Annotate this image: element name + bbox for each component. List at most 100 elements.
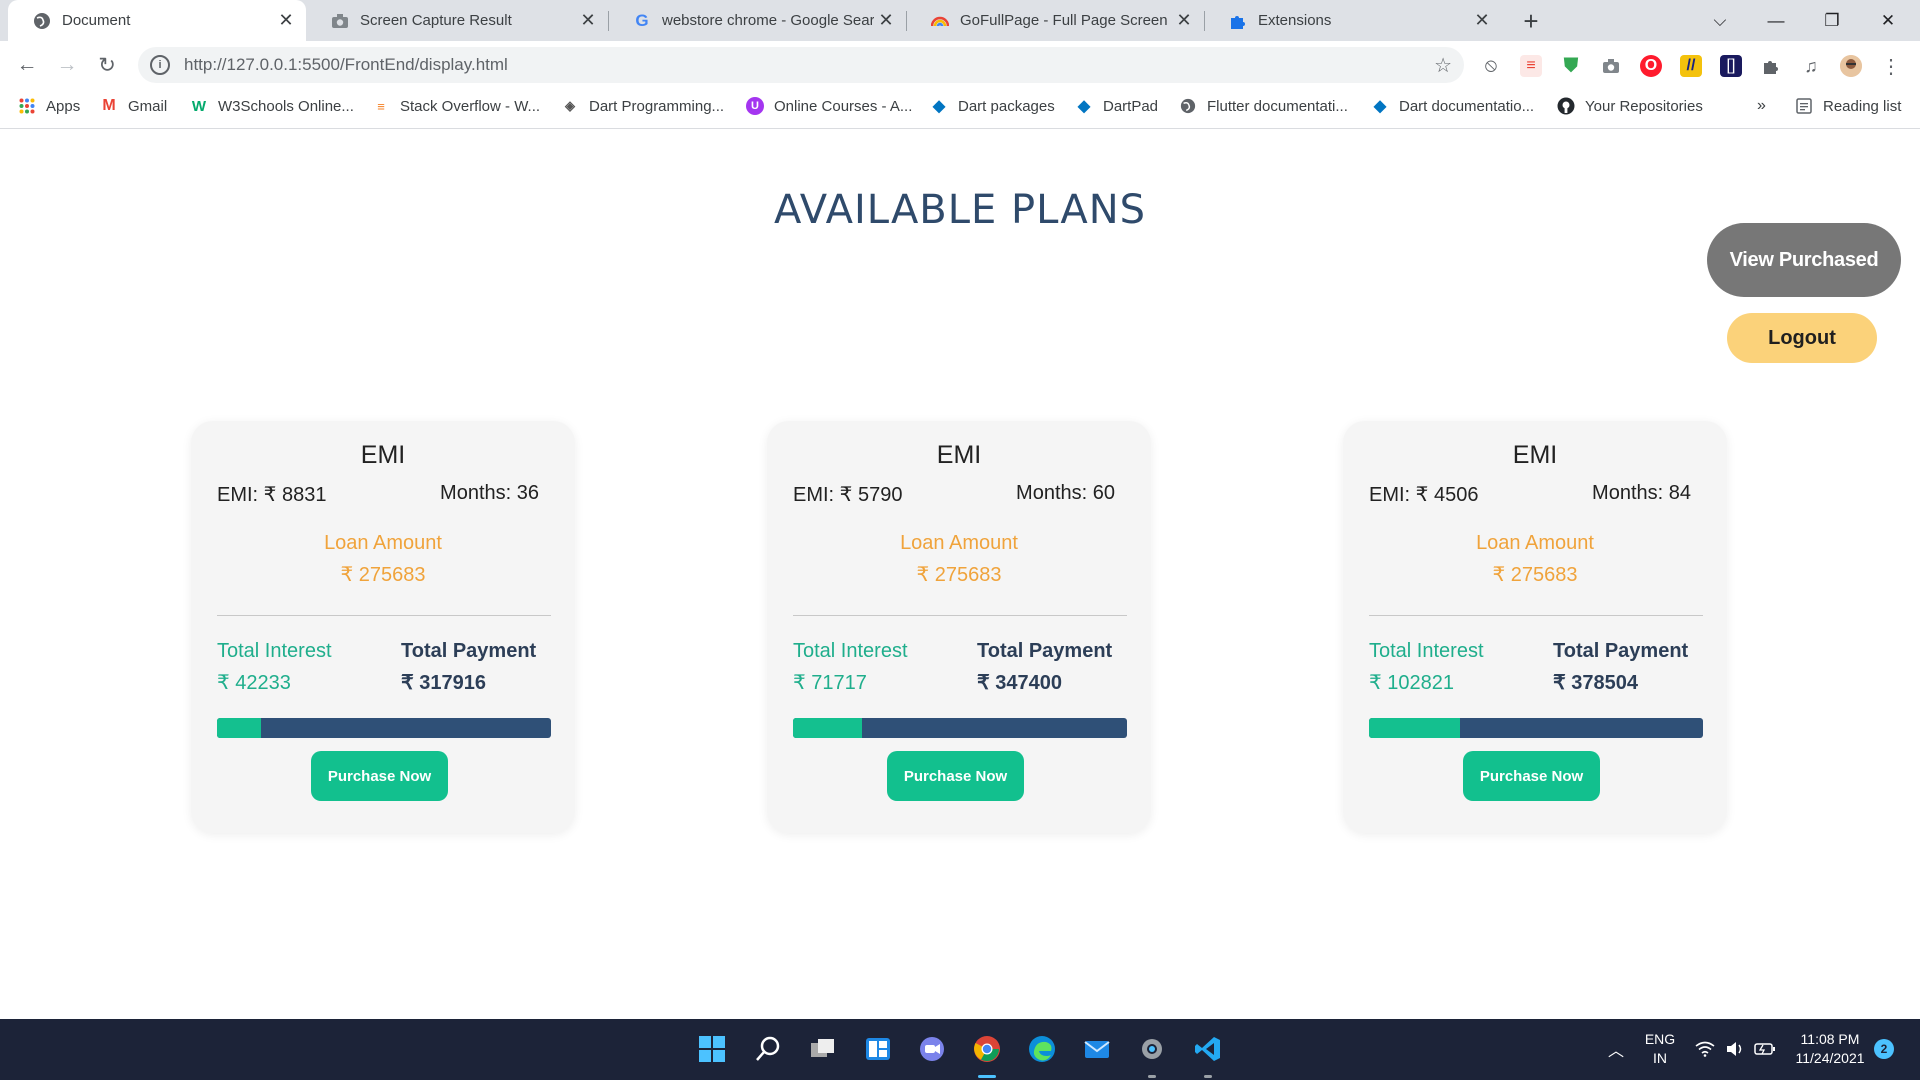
reading-list-button[interactable]: Reading list (1795, 97, 1901, 115)
bookmark-label: W3Schools Online... (218, 97, 354, 115)
clock-date: 11/24/2021 (1795, 1050, 1865, 1066)
bookmark-stackoverflow[interactable]: ≡ Stack Overflow - W... (372, 97, 540, 115)
bookmark-dart-packages[interactable]: ◆ Dart packages (930, 97, 1055, 116)
view-purchased-button[interactable]: View Purchased (1707, 223, 1901, 297)
bookmark-gmail[interactable]: M Gmail (100, 97, 167, 115)
forward-arrow-icon[interactable]: → (53, 51, 81, 79)
plan-title: EMI (936, 441, 982, 469)
bookmark-label: Dart packages (958, 97, 1055, 115)
globe-icon (32, 11, 52, 31)
volume-icon[interactable] (1722, 1031, 1748, 1067)
close-window-button[interactable]: ✕ (1860, 0, 1916, 41)
teams-chat-icon[interactable] (914, 1031, 950, 1067)
windows-start-icon[interactable] (694, 1031, 730, 1067)
wifi-icon[interactable] (1692, 1031, 1718, 1067)
dart-icon: ◆ (932, 98, 946, 115)
minimize-button[interactable]: — (1748, 0, 1804, 41)
bookmark-github[interactable]: Your Repositories (1557, 97, 1703, 115)
running-app-indicator (1148, 1075, 1156, 1078)
close-tab-icon[interactable]: ✕ (1172, 9, 1196, 33)
task-view-icon[interactable] (805, 1031, 841, 1067)
edge-icon[interactable] (1024, 1031, 1060, 1067)
total-interest-label: Total Interest (793, 640, 908, 662)
bookmark-apps[interactable]: Apps (18, 97, 80, 115)
search-icon[interactable] (750, 1031, 786, 1067)
github-icon (1557, 97, 1575, 115)
total-payment-label: Total Payment (401, 640, 537, 662)
interest-progress-bar (217, 718, 551, 738)
language-indicator[interactable]: ENG IN (1640, 1029, 1680, 1069)
reading-list-icon (1795, 97, 1813, 115)
widgets-icon[interactable] (860, 1031, 896, 1067)
close-tab-icon[interactable]: ✕ (874, 9, 898, 33)
bookmark-label: Dart documentatio... (1399, 97, 1535, 115)
loan-amount-label: Loan Amount (900, 532, 1018, 554)
close-tab-icon[interactable]: ✕ (274, 9, 298, 33)
close-tab-icon[interactable]: ✕ (576, 9, 600, 33)
vscode-icon[interactable] (1190, 1031, 1226, 1067)
reload-icon[interactable]: ↻ (93, 51, 121, 79)
tab-screen-capture[interactable]: Screen Capture Result ✕ (306, 0, 608, 41)
tab-extensions[interactable]: Extensions ✕ (1204, 0, 1502, 41)
puzzle-icon (1228, 11, 1248, 31)
more-menu-icon[interactable]: ⋮ (1880, 55, 1902, 78)
page-content: AVAILABLE PLANS View Purchased Logout EM… (0, 129, 1920, 1019)
chevron-up-icon[interactable]: ︿ (1604, 1031, 1628, 1067)
bookmarks-overflow-button[interactable]: » (1757, 97, 1766, 115)
divider (1369, 615, 1703, 616)
chrome-icon[interactable] (969, 1031, 1005, 1067)
back-arrow-icon[interactable]: ← (13, 51, 41, 79)
tab-gofullpage[interactable]: GoFullPage - Full Page Screen Capture ✕ (906, 0, 1204, 41)
reading-list-label: Reading list (1823, 97, 1902, 115)
shield-icon[interactable]: ⛊ (1560, 55, 1582, 77)
extension-dark-icon[interactable]: [] (1720, 55, 1742, 77)
months-count: Months: 60 (1016, 482, 1115, 504)
dart-icon: ◆ (1077, 98, 1091, 115)
extension-red-icon[interactable]: ≡ (1520, 55, 1542, 77)
interest-progress-fill (793, 718, 862, 738)
puzzle-icon[interactable] (1760, 55, 1782, 77)
mail-icon[interactable] (1079, 1031, 1115, 1067)
info-icon[interactable]: i (150, 55, 170, 75)
purchase-now-button[interactable]: Purchase Now (887, 751, 1024, 801)
bookmark-label: DartPad (1103, 97, 1159, 115)
bookmark-dart-docs[interactable]: ◆ Dart documentatio... (1371, 97, 1535, 116)
bookmark-flutter-docs[interactable]: Flutter documentati... (1179, 97, 1348, 115)
block-icon[interactable]: ⦸ (1480, 55, 1502, 77)
avatar[interactable] (1840, 55, 1862, 77)
months-count: Months: 84 (1592, 482, 1691, 504)
bookmark-dart-programming[interactable]: ◈ Dart Programming... (561, 97, 724, 115)
address-bar[interactable]: i http://127.0.0.1:5500/FrontEnd/display… (138, 47, 1464, 83)
plan-card: EMI EMI: ₹ 5790 Months: 60 Loan Amount ₹… (767, 421, 1151, 833)
purchase-now-button[interactable]: Purchase Now (311, 751, 448, 801)
bookmark-dartpad[interactable]: ◆ DartPad (1075, 97, 1159, 116)
total-interest-value: ₹ 42233 (217, 672, 291, 694)
browser-window: Document ✕ Screen Capture Result ✕ G web… (0, 0, 1920, 129)
notification-badge[interactable]: 2 (1874, 1039, 1894, 1059)
interest-progress-fill (1369, 718, 1460, 738)
bookmark-label: Flutter documentati... (1207, 97, 1348, 115)
bookmark-w3schools[interactable]: W W3Schools Online... (190, 97, 354, 115)
logout-button[interactable]: Logout (1727, 313, 1877, 363)
bookmark-star-icon[interactable]: ☆ (1434, 53, 1452, 78)
tab-search-icon[interactable]: ⌵ (1692, 0, 1748, 41)
clock[interactable]: 11:08 PM 11/24/2021 (1784, 1029, 1876, 1069)
tab-google-search[interactable]: G webstore chrome - Google Search ✕ (608, 0, 906, 41)
battery-icon[interactable] (1752, 1031, 1778, 1067)
restore-button[interactable]: ❐ (1804, 0, 1860, 41)
new-tab-button[interactable]: + (1516, 6, 1546, 36)
camera-icon[interactable] (1600, 55, 1622, 77)
loan-amount-value: ₹ 275683 (1492, 564, 1578, 586)
close-tab-icon[interactable]: ✕ (1470, 9, 1494, 33)
total-interest-label: Total Interest (217, 640, 332, 662)
media-control-icon[interactable]: ♫ (1800, 55, 1822, 77)
running-app-indicator (1204, 1075, 1212, 1078)
extension-yellow-icon[interactable]: // (1680, 55, 1702, 77)
tab-title: Extensions (1258, 12, 1332, 29)
purchase-now-button[interactable]: Purchase Now (1463, 751, 1600, 801)
bookmark-udemy[interactable]: U Online Courses - A... (746, 97, 912, 115)
settings-icon[interactable] (1134, 1031, 1170, 1067)
opera-icon[interactable]: O (1640, 55, 1662, 77)
emi-amount: EMI: ₹ 4506 (1369, 484, 1479, 506)
tab-document[interactable]: Document ✕ (8, 0, 306, 41)
